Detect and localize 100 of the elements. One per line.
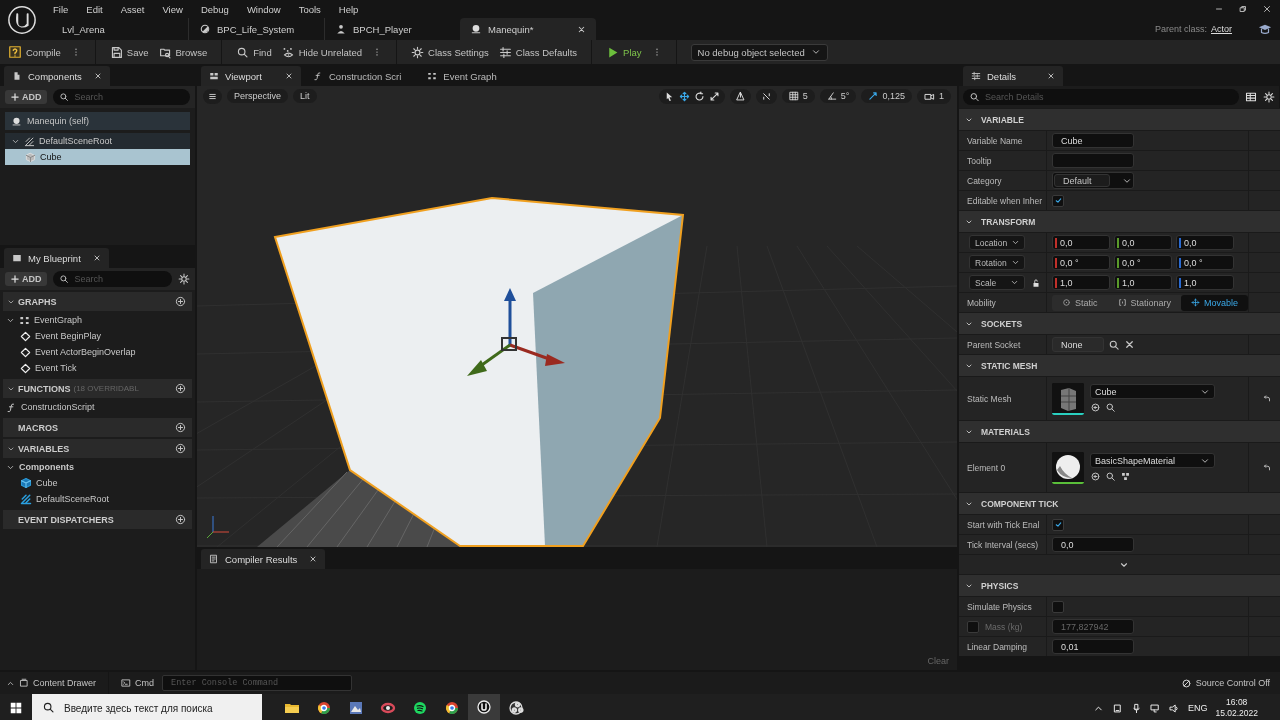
taskbar-app[interactable] — [468, 694, 500, 720]
checkbox[interactable] — [1052, 518, 1064, 531]
close-icon[interactable] — [285, 72, 293, 80]
number-field[interactable]: 0,0 — [1176, 235, 1234, 250]
add-button[interactable]: ADD — [5, 272, 47, 286]
taskbar-search-field[interactable]: Введите здесь текст для поиска — [32, 694, 262, 720]
panel-tab[interactable]: Components — [4, 66, 110, 86]
menu-item[interactable]: Window — [237, 3, 290, 15]
lighting-mode-button[interactable]: Lit — [293, 89, 317, 103]
restore-icon[interactable] — [1238, 4, 1248, 14]
document-tab[interactable]: Lvl_Arena — [52, 18, 188, 40]
view-mode-button[interactable]: Perspective — [227, 89, 289, 103]
transform-dropdown[interactable]: Rotation — [969, 255, 1025, 270]
snap-icon[interactable] — [760, 90, 772, 102]
move-icon[interactable] — [678, 90, 690, 102]
cmd-button[interactable]: Cmd — [121, 678, 155, 688]
search-icon[interactable] — [1108, 338, 1120, 351]
checkbox[interactable] — [1052, 194, 1064, 207]
rotation-snap-button[interactable]: 5° — [819, 89, 857, 103]
editor-tab[interactable]: Viewport — [201, 66, 301, 86]
add-button[interactable]: ADD — [5, 90, 47, 104]
use-selected-icon[interactable] — [1090, 402, 1101, 413]
debug-object-dropdown[interactable]: No debug object selected — [690, 43, 828, 61]
tree-item[interactable]: Event BeginPlay — [0, 328, 195, 344]
toolbar-button[interactable]: Compile — [8, 45, 61, 59]
checkbox[interactable] — [1052, 600, 1064, 613]
number-field[interactable]: 0,0 ° — [1176, 255, 1234, 270]
tree-item[interactable]: ConstructionScript — [0, 399, 195, 415]
menu-item[interactable]: File — [44, 3, 78, 15]
graduation-cap-icon[interactable] — [1258, 22, 1272, 36]
mobility-option[interactable]: Movable — [1181, 294, 1249, 311]
close-icon[interactable] — [1047, 72, 1055, 80]
toolbar-button[interactable]: Save — [109, 45, 149, 59]
tree-item[interactable]: DefaultSceneRoot — [5, 133, 190, 149]
close-icon[interactable] — [1262, 4, 1272, 14]
text-field[interactable]: Cube — [1052, 133, 1134, 148]
scale-icon[interactable] — [708, 90, 720, 102]
device-icon[interactable] — [1111, 702, 1123, 714]
use-selected-icon[interactable] — [1090, 471, 1101, 482]
editor-tab[interactable]: Event Graph — [419, 66, 511, 86]
tree-item[interactable]: Event ActorBeginOverlap — [0, 344, 195, 360]
number-field[interactable]: 0,0 — [1114, 235, 1172, 250]
panel-tab[interactable]: My Blueprint — [4, 248, 109, 268]
console-input[interactable]: Enter Console Command — [162, 675, 353, 691]
text-field[interactable] — [1052, 153, 1134, 168]
search-icon[interactable] — [1105, 402, 1116, 413]
asset-dropdown[interactable]: BasicShapeMaterial — [1090, 453, 1215, 468]
menu-item[interactable]: Asset — [111, 3, 154, 15]
tree-item[interactable]: Cube — [0, 475, 195, 491]
close-icon[interactable] — [92, 254, 101, 262]
toolbar-button[interactable]: Find — [236, 45, 272, 59]
close-icon[interactable] — [93, 72, 102, 80]
content-drawer-button[interactable]: Content Drawer — [6, 678, 97, 688]
self-row[interactable]: Manequin (self) — [5, 112, 190, 130]
menu-item[interactable]: Edit — [77, 3, 112, 15]
tree-item[interactable]: Cube — [5, 149, 190, 165]
tree-item[interactable]: EventGraph — [0, 312, 195, 328]
search-field[interactable]: Search — [52, 271, 172, 287]
tree-item[interactable]: Components — [0, 459, 195, 475]
source-control-button[interactable]: Source Control Off — [1180, 677, 1280, 689]
microphone-icon[interactable] — [1130, 702, 1142, 714]
mobility-option[interactable]: Stationary — [1107, 294, 1182, 311]
menu-item[interactable]: Help — [329, 3, 368, 15]
viewport-menu-button[interactable] — [203, 88, 222, 104]
toolbar-button[interactable]: Class Defaults — [498, 45, 578, 59]
tree-item[interactable]: Event Tick — [0, 360, 195, 376]
reset-icon[interactable] — [1261, 462, 1272, 473]
transform-dropdown[interactable]: Scale — [969, 275, 1025, 290]
grid-snap-button[interactable]: 5 — [781, 89, 815, 103]
tree-item[interactable]: DefaultSceneRoot — [0, 491, 195, 507]
number-field[interactable]: 1,0 — [1052, 275, 1110, 290]
search-icon[interactable] — [1105, 471, 1116, 482]
number-field[interactable]: 1,0 — [1114, 275, 1172, 290]
transform-dropdown[interactable]: Location — [969, 235, 1025, 250]
socket-field[interactable]: None — [1052, 337, 1104, 352]
clear-icon[interactable] — [1124, 339, 1135, 350]
menu-item[interactable]: Tools — [289, 3, 330, 15]
editor-tab[interactable]: Construction Scri — [305, 66, 416, 86]
settings-icon[interactable] — [1263, 91, 1275, 103]
surface-snap-icon[interactable] — [734, 90, 746, 102]
text-field[interactable]: 0,01 — [1052, 639, 1134, 654]
speaker-icon[interactable] — [1168, 702, 1180, 714]
scale-snap-button[interactable]: 0,125 — [861, 89, 912, 103]
logo-icon[interactable] — [7, 5, 37, 35]
menu-item[interactable]: Debug — [191, 3, 238, 15]
toolbar-button[interactable]: Hide Unrelated — [281, 45, 363, 59]
number-field[interactable]: 0,0 ° — [1114, 255, 1172, 270]
camera-speed-button[interactable]: 1 — [917, 88, 951, 104]
toolbar-button[interactable]: Class Settings — [411, 45, 489, 59]
panel-tab[interactable]: Details — [963, 66, 1063, 86]
text-field[interactable]: 0,0 — [1052, 537, 1134, 552]
asset-dropdown[interactable]: Cube — [1090, 384, 1215, 399]
checker-icon[interactable] — [1120, 471, 1131, 482]
number-field[interactable]: 0,0 — [1052, 235, 1110, 250]
play-button[interactable]: Play — [606, 45, 642, 59]
toolbar-button[interactable]: Browse — [158, 45, 208, 59]
parent-class-link[interactable]: Actor — [1211, 24, 1232, 34]
mobility-option[interactable]: Static — [1052, 294, 1108, 311]
number-field[interactable]: 0,0 ° — [1052, 255, 1110, 270]
search-field[interactable]: Search — [52, 89, 190, 105]
